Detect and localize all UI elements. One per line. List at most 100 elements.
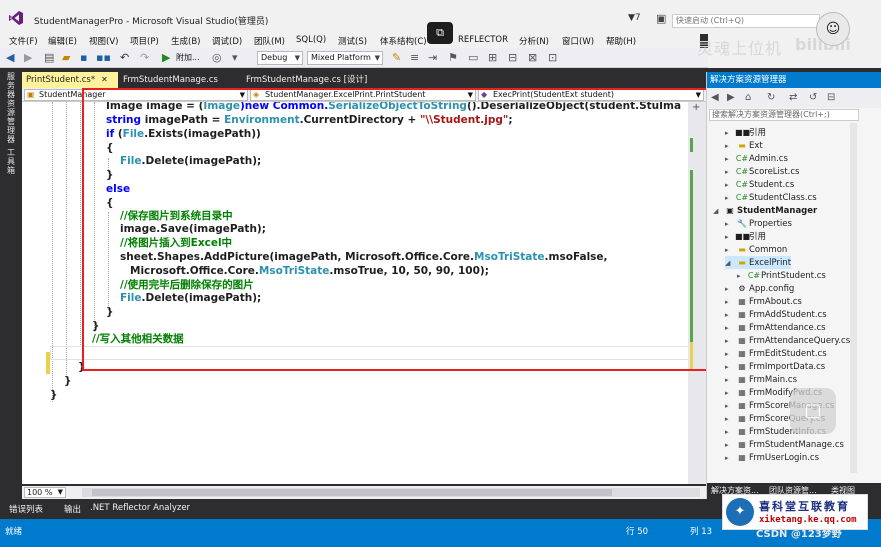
forward-icon[interactable]: ▶ [24, 51, 32, 65]
tree-item[interactable]: ▸ ▦ FrmImportData.cs [725, 360, 825, 373]
menu-analyze[interactable]: 分析(N) [519, 35, 549, 47]
menu-project[interactable]: 项目(P) [130, 35, 159, 47]
menu-debug[interactable]: 调试(D) [212, 35, 242, 47]
sync-icon[interactable]: ⇄ [789, 92, 797, 103]
menu-sql[interactable]: SQL(Q) [296, 35, 326, 45]
floating-chat-bubble-icon[interactable]: ▢ [790, 388, 836, 434]
back-icon[interactable]: ◀ [6, 51, 14, 65]
tree-item[interactable]: ▸ ■■引用 [725, 230, 766, 243]
tree-item[interactable]: ▸ C#Admin.cs [725, 152, 788, 165]
tree-item[interactable]: ▸ C#StudentClass.cs [725, 191, 817, 204]
tree-item[interactable]: ▸ ⚙ App.config [725, 282, 794, 295]
tab-error-list[interactable]: 错误列表 [9, 503, 43, 515]
tab-reflector-analyzer[interactable]: .NET Reflector Analyzer [90, 503, 190, 513]
tree-item-label: Properties [749, 219, 792, 229]
solution-search-input[interactable]: 搜索解决方案资源管理器(Ctrl+;) [709, 109, 859, 121]
back-icon[interactable]: ◀ [711, 92, 719, 103]
comment-icon[interactable]: ≡ [410, 51, 419, 65]
editor-horizontal-scrollbar[interactable] [82, 488, 700, 497]
format-icon[interactable]: ⊞ [488, 51, 497, 65]
tree-item[interactable]: ▸ ▦ FrmAddStudent.cs [725, 308, 827, 321]
refresh-icon[interactable]: ↺ [809, 92, 817, 103]
tree-item[interactable]: ▸ C#PrintStudent.cs [737, 269, 826, 282]
indent-guide [80, 102, 81, 347]
save-icon[interactable]: ▪ [80, 51, 87, 65]
toolbox-tab[interactable]: 工具箱 [5, 148, 17, 175]
start-debug-icon[interactable]: ▶ [162, 51, 170, 65]
menu-team[interactable]: 团队(M) [254, 35, 285, 47]
forward-icon[interactable]: ▶ [727, 92, 735, 103]
menu-build[interactable]: 生成(B) [171, 35, 200, 47]
tab-frmstudentmanage[interactable]: FrmStudentManage.cs [119, 72, 241, 88]
save-all-icon[interactable]: ▪▪ [96, 51, 111, 65]
tree-item[interactable]: ▸ ▦ FrmMain.cs [725, 373, 797, 386]
code-line-20: } [64, 375, 72, 387]
user-avatar-icon[interactable]: ☺ [816, 12, 850, 46]
tree-item[interactable]: ▸ C#ScoreList.cs [725, 165, 799, 178]
attach-label[interactable]: 附加... [176, 51, 200, 65]
tree-item[interactable]: ▸ ▦ FrmAttendance.cs [725, 321, 826, 334]
tree-item-label: Admin.cs [749, 154, 788, 164]
file-type-icon: ▦ [738, 349, 746, 358]
tree-item[interactable]: ▸ ▦ FrmEditStudent.cs [725, 347, 827, 360]
scroll-thumb[interactable] [92, 489, 612, 496]
configuration-select[interactable]: Debug ▼ [257, 51, 303, 65]
tree-item[interactable]: ◢ ▬ ExcelPrint [725, 256, 792, 270]
editor-gutter[interactable] [22, 102, 47, 484]
menu-file[interactable]: 文件(F) [9, 35, 38, 47]
brand-emblem-icon: ✦ [726, 498, 754, 526]
tree-item[interactable]: ▸ ▬ Common [725, 243, 787, 256]
close-icon[interactable]: ✕ [101, 75, 108, 84]
menu-reflector[interactable]: REFLECTOR [458, 35, 508, 45]
tab-output[interactable]: 输出 [64, 503, 81, 515]
bookmark-icon[interactable]: ⚑ [448, 51, 458, 65]
tree-item[interactable]: ▸ ▦ FrmStudentManage.cs [725, 438, 844, 451]
menu-help[interactable]: 帮助(H) [606, 35, 636, 47]
tab-printstudent[interactable]: PrintStudent.cs* ✕ [22, 72, 118, 88]
undo-icon[interactable]: ↶ [120, 51, 129, 65]
collapse-all-icon[interactable]: ⊟ [827, 92, 835, 103]
solution-explorer-scrollbar[interactable] [850, 123, 857, 473]
tree-item[interactable]: ▸ ▦ FrmAbout.cs [725, 295, 802, 308]
annotation-highlight-box [82, 88, 710, 371]
tree-item[interactable]: ▸ ■■引用 [725, 126, 766, 139]
menu-view[interactable]: 视图(V) [89, 35, 118, 47]
restore-icon[interactable]: ▣ [656, 12, 666, 25]
expander-icon[interactable]: ◢ [725, 257, 735, 270]
quick-launch-input[interactable]: 快速启动 (Ctrl+Q) [672, 14, 820, 28]
tree-item[interactable]: ◢ ▣ StudentManager [713, 204, 817, 217]
file-type-icon: ▦ [738, 297, 746, 306]
screen-share-icon[interactable]: ⧉ [427, 22, 453, 44]
file-type-icon: ▣ [726, 206, 734, 215]
debug-options-icon[interactable]: ◎ [212, 51, 222, 65]
tree-item[interactable]: ▸ ▬ Ext [725, 139, 763, 152]
menu-architecture[interactable]: 体系结构(C) [380, 35, 427, 47]
indent-icon[interactable]: ⇥ [428, 51, 437, 65]
menu-test[interactable]: 测试(S) [338, 35, 367, 47]
tree-item[interactable]: ▸ ▦ FrmUserLogin.cs [725, 451, 819, 464]
history-icon[interactable]: ↻ [767, 92, 775, 103]
layout-icon[interactable]: ▭ [468, 51, 478, 65]
platform-select[interactable]: Mixed Platform ▼ [307, 51, 383, 65]
new-project-icon[interactable]: ▤ [44, 51, 54, 65]
tree-item[interactable]: ▸ ▦ FrmAttendanceQuery.cs [725, 334, 850, 347]
notification-flag-icon[interactable]: ▼7 [628, 13, 641, 23]
misc-icon[interactable]: ⊡ [548, 51, 557, 65]
server-explorer-tab[interactable]: 服务器资源管理器 [5, 72, 17, 144]
outline-icon[interactable]: ⊠ [528, 51, 537, 65]
menu-window[interactable]: 窗口(W) [562, 35, 594, 47]
uncomment-icon[interactable]: ⊟ [508, 51, 517, 65]
tab-frmstudentmanage-design[interactable]: FrmStudentManage.cs [设计] [242, 72, 392, 88]
zoom-select[interactable]: 100 % ▼ [24, 487, 66, 498]
home-icon[interactable]: ⌂ [745, 92, 751, 103]
open-icon[interactable]: ▰ [62, 51, 70, 65]
expander-icon[interactable]: ◢ [713, 205, 723, 218]
tree-item[interactable]: ▸ 🔧 Properties [725, 217, 792, 230]
expander-icon[interactable]: ▸ [725, 452, 735, 465]
step-icon[interactable]: ▾ [232, 51, 238, 65]
find-icon[interactable]: ✎ [392, 51, 401, 65]
redo-icon[interactable]: ↷ [140, 51, 149, 65]
tree-item[interactable]: ▸ C#Student.cs [725, 178, 794, 191]
tab-label: FrmStudentManage.cs [123, 75, 218, 85]
menu-edit[interactable]: 编辑(E) [48, 35, 77, 47]
